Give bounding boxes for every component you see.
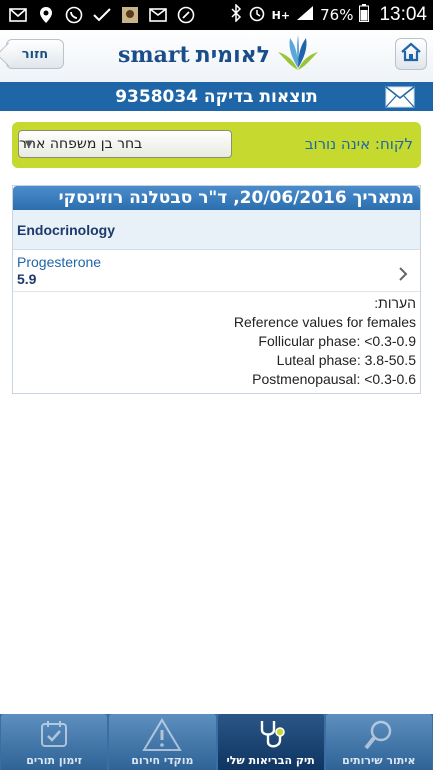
call-icon (176, 5, 196, 25)
note-line: Postmenopausal: <0.3-0.6 (252, 371, 416, 387)
note-line: Luteal phase: 3.8-50.5 (276, 352, 416, 368)
whatsapp-icon (64, 5, 84, 25)
test-name: Progesterone (17, 254, 102, 270)
battery-icon (359, 4, 370, 26)
title-bar: תוצאות בדיקה 9358034 (0, 82, 433, 111)
note-line: Reference values for females (233, 314, 416, 330)
result-card-header: מתאריך 20/06/2016, ד"ר סבטלנה רוזינסקי (13, 186, 420, 210)
notes-label: הערות: (374, 295, 416, 311)
logo-smart-text: smart (118, 42, 190, 68)
network-type: H+ (271, 8, 291, 22)
notes-section: הערות: Reference values for females Foll… (13, 292, 420, 393)
check-icon (92, 5, 112, 25)
bluetooth-icon (230, 3, 242, 26)
status-bar: H+ 76% 13:04 (0, 0, 433, 30)
bottom-nav: זימון תורים מוקדי חירום תיק הבריאות שלי … (0, 714, 433, 770)
test-result-row[interactable]: Progesterone 5.9 (13, 250, 420, 292)
clock: 13:04 (379, 4, 427, 25)
stethoscope-icon (254, 718, 288, 756)
app-header: חזור smart לאומית (0, 30, 433, 82)
result-date-doctor: מתאריך 20/06/2016, ד"ר סבטלנה רוזינסקי (58, 188, 414, 208)
client-label: לקוח: אינה נורוב (305, 135, 413, 153)
department-name: Endocrinology (17, 221, 115, 238)
tab-appointments[interactable]: זימון תורים (1, 714, 108, 770)
alarm-icon (248, 4, 266, 26)
family-member-select-value: בחר בן משפחה אחר (19, 136, 143, 152)
logo-hebrew-text: לאומית (195, 42, 270, 68)
back-button-label: חזור (21, 46, 49, 62)
signal-icon (296, 5, 314, 25)
tab-emergency[interactable]: מוקדי חירום (109, 714, 216, 770)
gmail-icon (148, 5, 168, 25)
tab-find-services[interactable]: איתור שירותים (325, 714, 432, 770)
back-button[interactable]: חזור (6, 39, 64, 69)
client-name: אינה נורוב (304, 135, 371, 153)
chevron-right-icon (398, 266, 408, 287)
department-row: Endocrinology (13, 210, 420, 250)
note-line: Follicular phase: <0.3-0.9 (258, 333, 416, 349)
mail-icon (8, 5, 28, 25)
envelope-icon[interactable] (385, 86, 415, 112)
app-icon (120, 5, 140, 25)
tab-label: זימון תורים (26, 754, 83, 767)
leumit-logo: smart לאומית (118, 34, 320, 76)
magnifier-icon (362, 718, 396, 756)
result-card: מתאריך 20/06/2016, ד"ר סבטלנה רוזינסקי E… (12, 185, 421, 394)
battery-percent: 76% (320, 6, 354, 24)
calendar-icon (38, 718, 70, 754)
warning-icon (142, 718, 183, 756)
chevron-down-icon: ▼ (25, 139, 33, 150)
home-button[interactable] (395, 38, 427, 70)
patient-bar: לקוח: אינה נורוב בחר בן משפחה אחר ▼ (12, 122, 421, 168)
page-title: תוצאות בדיקה 9358034 (115, 86, 318, 107)
client-label-prefix: לקוח: (374, 135, 413, 153)
tab-my-health[interactable]: תיק הבריאות שלי (217, 714, 324, 770)
location-icon (36, 5, 56, 25)
test-value: 5.9 (17, 271, 37, 287)
leaf-logo-icon (276, 34, 320, 76)
home-icon (400, 42, 422, 66)
family-member-select[interactable]: בחר בן משפחה אחר ▼ (18, 130, 232, 158)
